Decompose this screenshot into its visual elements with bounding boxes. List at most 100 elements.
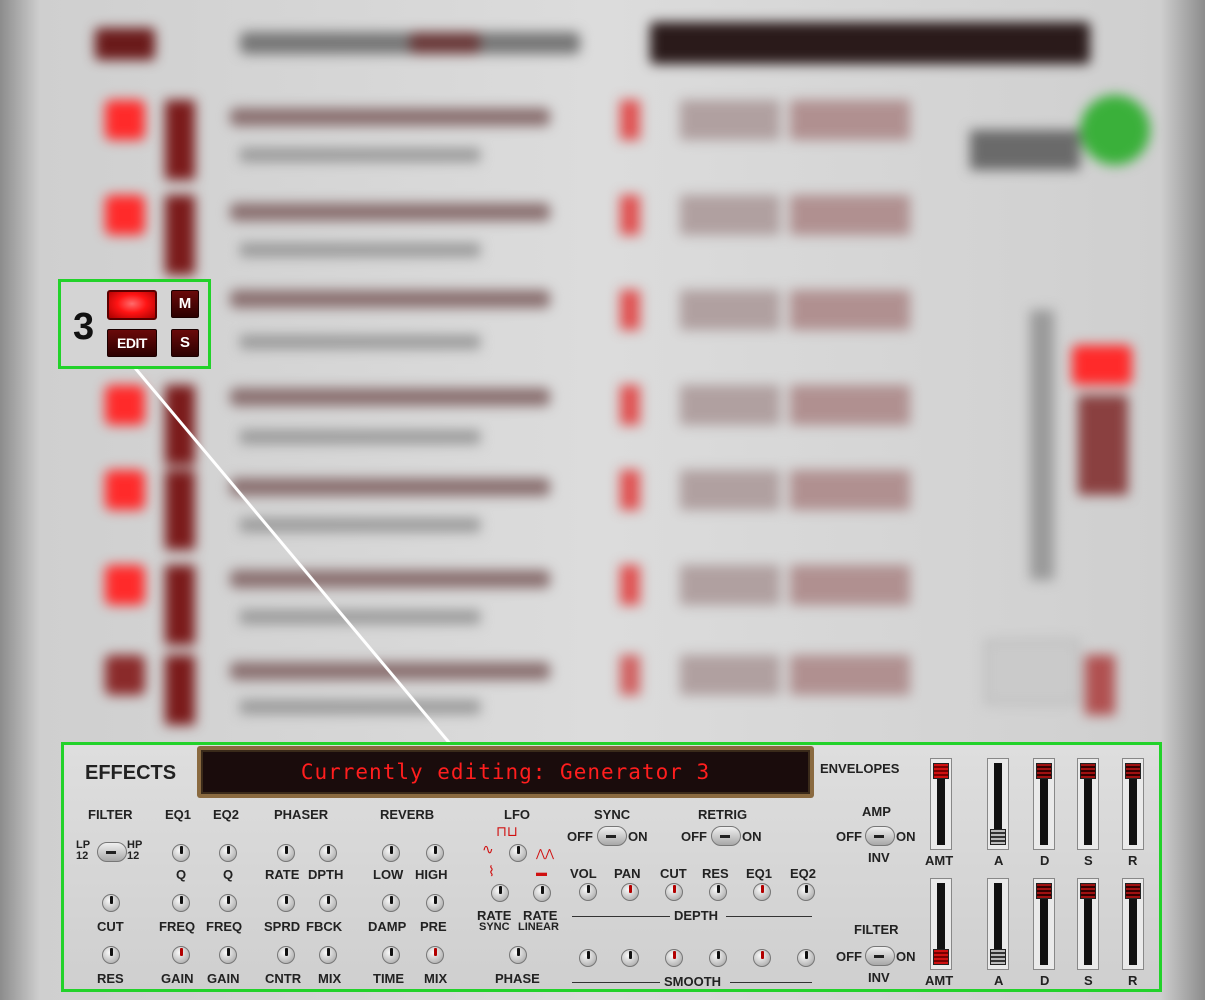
filter-env-on-label: ON [896,949,916,964]
smooth-label: SMOOTH [664,974,722,989]
amp-decay-label: D [1040,853,1050,868]
filter-res-label: RES [97,971,124,986]
phaser-depth-knob[interactable] [319,844,337,862]
lfo-rate-linear-knob[interactable] [533,884,551,902]
phaser-spread-knob[interactable] [277,894,295,912]
sync-on-label: ON [628,829,648,844]
phaser-mix-knob[interactable] [319,946,337,964]
smooth-cut-knob[interactable] [665,949,683,967]
amp-amt-label: AMT [925,853,954,868]
lfo-square-wave-icon: ⊓⊔ [496,823,518,839]
amp-env-toggle[interactable] [865,826,895,846]
reverb-pre-label: PRE [420,919,447,934]
filter-release-label: R [1128,973,1138,988]
filter-env-toggle[interactable] [865,946,895,966]
mod-target-label-cut: CUT [660,866,687,881]
reverb-mix-knob[interactable] [426,946,444,964]
depth-cut-knob[interactable] [665,883,683,901]
reverb-damp-knob[interactable] [382,894,400,912]
channel-number: 3 [73,306,95,348]
lfo-waveform-knob[interactable] [509,844,527,862]
phaser-depth-label: DPTH [308,867,344,882]
phaser-center-label: CNTR [265,971,302,986]
depth-pan-knob[interactable] [621,883,639,901]
filter-amt-slider[interactable] [930,878,952,970]
phaser-center-knob[interactable] [277,946,295,964]
retrig-toggle[interactable] [711,826,741,846]
eq2-gain-knob[interactable] [219,946,237,964]
eq1-header: EQ1 [165,807,192,822]
smooth-res-knob[interactable] [709,949,727,967]
filter-res-knob[interactable] [102,946,120,964]
sync-off-label: OFF [567,829,593,844]
amp-decay-slider[interactable] [1033,758,1055,850]
reverb-low-label: LOW [373,867,404,882]
channel-strip-callout: 3 EDIT M S [58,279,211,369]
lfo-saw-wave-icon: ⋀⋀ [536,848,555,860]
mute-button[interactable]: M [171,290,199,318]
smooth-vol-knob[interactable] [579,949,597,967]
depth-vol-knob[interactable] [579,883,597,901]
filter-sustain-slider[interactable] [1077,878,1099,970]
lfo-rate-sync-knob[interactable] [491,884,509,902]
lfo-header: LFO [504,807,530,822]
reverb-high-knob[interactable] [426,844,444,862]
filter-cut-label: CUT [97,919,124,934]
reverb-damp-label: DAMP [368,919,407,934]
phaser-feedback-knob[interactable] [319,894,337,912]
filter-env-inv-label: INV [868,970,890,985]
filter-decay-slider[interactable] [1033,878,1055,970]
smooth-eq1-knob[interactable] [753,949,771,967]
reverb-pre-knob[interactable] [426,894,444,912]
depth-res-knob[interactable] [709,883,727,901]
mod-target-label-eq1: EQ1 [746,866,773,881]
amp-amt-slider[interactable] [930,758,952,850]
filter-env-header: FILTER [854,922,899,937]
phaser-header: PHASER [274,807,329,822]
filter-release-slider[interactable] [1122,878,1144,970]
eq1-q-label: Q [176,867,187,882]
lfo-random-wave-icon: ▬ [536,867,547,879]
lfo-triangle-wave-icon: ⌇ [488,863,495,879]
amp-attack-slider[interactable] [987,758,1009,850]
amp-env-off-label: OFF [836,829,862,844]
amp-release-slider[interactable] [1122,758,1144,850]
editing-display: Currently editing: Generator 3 [197,746,814,798]
depth-eq1-knob[interactable] [753,883,771,901]
reverb-low-knob[interactable] [382,844,400,862]
filter-mode-toggle[interactable] [97,842,127,862]
smooth-line-left [572,982,660,983]
lfo-rate-linear-sub: LINEAR [518,921,559,933]
filter-header: FILTER [88,807,133,822]
amp-sustain-slider[interactable] [1077,758,1099,850]
reverb-time-knob[interactable] [382,946,400,964]
depth-label: DEPTH [674,908,719,923]
smooth-eq2-knob[interactable] [797,949,815,967]
eq1-gain-knob[interactable] [172,946,190,964]
phaser-spread-label: SPRD [264,919,301,934]
filter-sustain-label: S [1084,973,1093,988]
hp12-label: HP 12 [127,839,143,862]
amp-env-on-label: ON [896,829,916,844]
sync-toggle[interactable] [597,826,627,846]
eq2-freq-knob[interactable] [219,894,237,912]
depth-eq2-knob[interactable] [797,883,815,901]
lfo-phase-knob[interactable] [509,946,527,964]
phaser-mix-label: MIX [318,971,342,986]
filter-attack-slider[interactable] [987,878,1009,970]
smooth-pan-knob[interactable] [621,949,639,967]
phaser-rate-knob[interactable] [277,844,295,862]
edit-button[interactable]: EDIT [107,329,157,357]
eq1-q-knob[interactable] [172,844,190,862]
solo-button[interactable]: S [171,329,199,357]
amp-env-inv-label: INV [868,850,890,865]
lp12-label: LP 12 [76,839,91,862]
channel-led-button[interactable] [107,290,157,320]
eq1-freq-knob[interactable] [172,894,190,912]
eq2-q-label: Q [223,867,234,882]
eq2-q-knob[interactable] [219,844,237,862]
phaser-rate-label: RATE [265,867,300,882]
reverb-high-label: HIGH [415,867,448,882]
filter-cut-knob[interactable] [102,894,120,912]
filter-attack-label: A [994,973,1004,988]
